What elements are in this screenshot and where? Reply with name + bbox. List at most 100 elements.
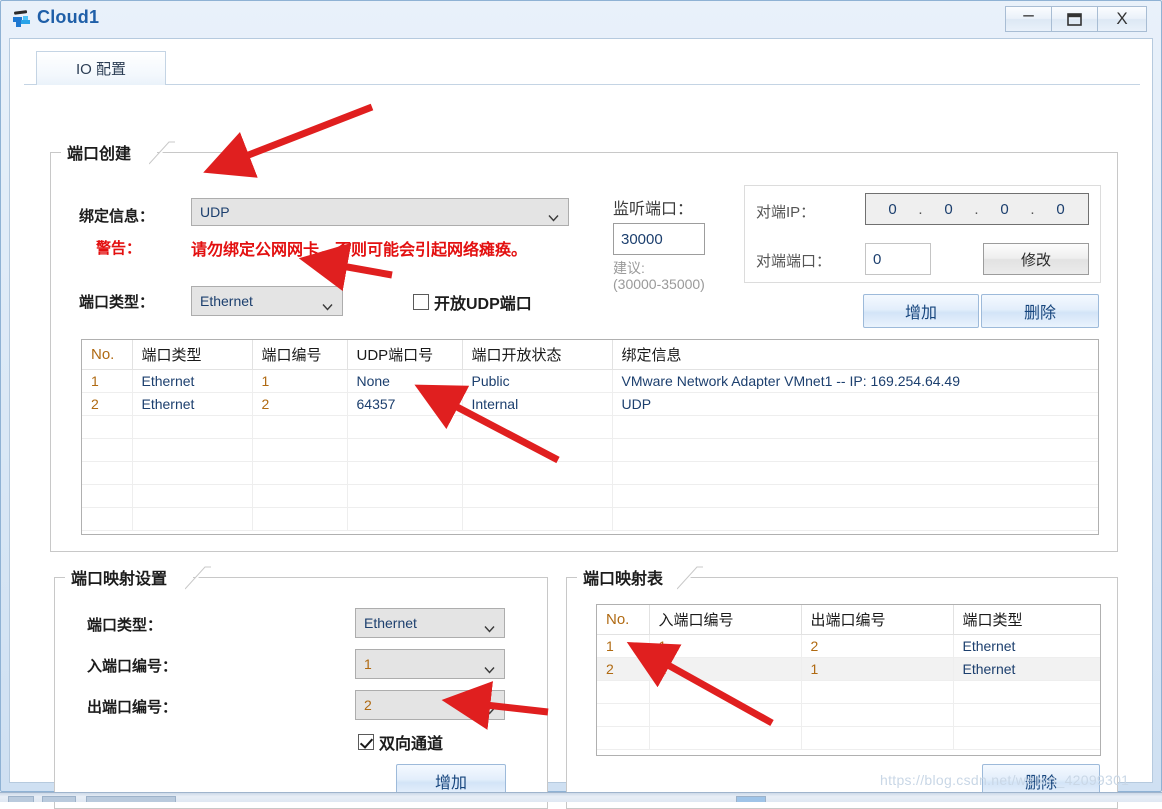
open-udp-checkbox-label: 开放UDP端口	[434, 296, 532, 313]
list-item-empty[interactable]	[597, 680, 1100, 704]
port-table-cell: Public	[462, 369, 613, 393]
port-create-group: 端口创建 绑定信息： UDP 警告： 请勿绑定公网网卡，否则可能会引起网络瘫痪。…	[50, 140, 1118, 552]
port-table-body: 1 Ethernet 1 None Public VMware Network Adapt…	[82, 369, 1098, 531]
port-table-col-udp: UDP端口号	[347, 340, 463, 370]
add-port-button[interactable]: 增加	[863, 294, 979, 328]
map-settings-title-text: 端口映射设置	[71, 571, 168, 588]
close-button[interactable]: X	[1097, 6, 1147, 32]
listen-port-suggest-label: 建议:	[613, 260, 645, 276]
group-title-tail	[677, 566, 703, 590]
map-table-cell: 1	[801, 657, 954, 681]
peer-ip-label: 对端IP：	[756, 204, 816, 221]
map-table-col-no: No.	[597, 605, 650, 635]
port-table-col-bind: 绑定信息	[612, 340, 1098, 370]
taskbar[interactable]	[0, 792, 1162, 802]
map-in-port-combo[interactable]: 1	[355, 649, 505, 679]
tab-io-config-label: IO 配置	[75, 61, 126, 78]
port-table-cell-empty	[347, 438, 463, 462]
tab-io-config[interactable]: IO 配置	[36, 51, 166, 85]
chevron-down-icon	[484, 620, 495, 633]
map-table-col-out: 出端口编号	[801, 605, 954, 635]
modify-button[interactable]: 修改	[983, 243, 1089, 275]
tab-underline-left	[24, 84, 36, 85]
map-port-type-value: Ethernet	[364, 615, 417, 631]
map-table-cell: 2	[649, 657, 802, 681]
port-table-cell-empty	[132, 461, 253, 485]
port-table-cell: 1	[82, 369, 133, 393]
port-table-cell-empty	[462, 484, 613, 508]
list-item-empty[interactable]	[597, 703, 1100, 727]
taskbar-chip-3[interactable]	[86, 796, 176, 802]
map-table-cell-empty	[649, 726, 802, 750]
table-row[interactable]: 1 Ethernet 1 None Public VMware Network Adapt…	[82, 369, 1098, 393]
port-table-cell-empty	[252, 415, 348, 439]
port-table[interactable]: No. 端口类型 端口编号 UDP端口号 端口开放状态 绑定信息 1 Ethern…	[81, 339, 1099, 535]
peer-ip-input[interactable]: 0 . 0 . 0 . 0	[865, 193, 1089, 225]
warning-label: 警告：	[96, 240, 142, 257]
port-table-cell-empty	[132, 484, 253, 508]
port-table-cell-empty	[82, 415, 133, 439]
listen-port-input[interactable]: 30000	[613, 223, 705, 255]
table-row-empty[interactable]	[82, 484, 1098, 508]
delete-port-button-label: 删除	[1023, 305, 1056, 322]
port-table-cell-empty	[252, 461, 348, 485]
map-port-type-label: 端口类型：	[87, 617, 163, 634]
map-out-port-value: 2	[364, 697, 372, 713]
chevron-down-icon	[484, 661, 495, 674]
map-table-cell-empty	[801, 703, 954, 727]
port-type-value: Ethernet	[200, 293, 253, 309]
maximize-button[interactable]	[1051, 6, 1097, 32]
port-table-cell-empty	[82, 484, 133, 508]
port-type-combo[interactable]: Ethernet	[191, 286, 343, 316]
open-udp-checkbox[interactable]: 开放UDP端口	[413, 290, 532, 314]
map-table-cell: 2	[597, 657, 650, 681]
port-table-cell-empty	[612, 415, 1098, 439]
ip-dot-1: .	[918, 200, 924, 218]
map-settings-group-title: 端口映射设置	[65, 565, 194, 589]
port-table-cell: Ethernet	[132, 369, 253, 393]
table-row-empty[interactable]	[82, 438, 1098, 462]
list-item[interactable]: 2 2 1 Ethernet	[597, 657, 1100, 681]
bidirectional-checkbox[interactable]: 双向通道	[358, 730, 443, 754]
taskbar-chip-2[interactable]	[42, 796, 76, 802]
port-table-cell-empty	[252, 484, 348, 508]
table-row-empty[interactable]	[82, 461, 1098, 485]
peer-port-input[interactable]: 0	[865, 243, 931, 275]
port-table-cell-empty	[82, 461, 133, 485]
map-table-cell: 1	[597, 634, 650, 658]
listen-port-label: 监听端口：	[613, 201, 694, 218]
bidirectional-checkbox-label: 双向通道	[379, 736, 444, 753]
map-out-port-combo[interactable]: 2	[355, 690, 505, 720]
list-item-empty[interactable]	[597, 726, 1100, 750]
table-row-empty[interactable]	[82, 415, 1098, 439]
port-table-cell-empty	[462, 415, 613, 439]
taskbar-chip-1[interactable]	[8, 796, 34, 802]
taskbar-chip-4[interactable]	[736, 796, 766, 802]
list-item[interactable]: 1 1 2 Ethernet	[597, 634, 1100, 658]
port-table-cell-empty	[132, 507, 253, 531]
port-table-cell-empty	[252, 507, 348, 531]
map-table[interactable]: No. 入端口编号 出端口编号 端口类型 1 1 2 Ethernet 2 2 1 Ether…	[596, 604, 1101, 756]
port-table-cell-empty	[132, 415, 253, 439]
chevron-down-icon	[322, 298, 333, 311]
delete-port-button[interactable]: 删除	[981, 294, 1099, 328]
table-row[interactable]: 2 Ethernet 2 64357 Internal UDP	[82, 392, 1098, 416]
port-table-cell: Ethernet	[132, 392, 253, 416]
maximize-icon	[1052, 7, 1097, 31]
bind-info-label: 绑定信息：	[79, 208, 155, 225]
port-table-col-type: 端口类型	[132, 340, 253, 370]
group-title-tail	[185, 566, 211, 590]
map-table-header-row: No. 入端口编号 出端口编号 端口类型	[597, 605, 1100, 635]
bind-info-combo[interactable]: UDP	[191, 198, 569, 226]
map-table-cell-empty	[953, 680, 1100, 704]
map-port-type-combo[interactable]: Ethernet	[355, 608, 505, 638]
port-table-col-number: 端口编号	[252, 340, 348, 370]
port-table-cell: 2	[82, 392, 133, 416]
map-table-cell: 2	[801, 634, 954, 658]
listen-port-value: 30000	[621, 230, 663, 248]
table-row-empty[interactable]	[82, 507, 1098, 531]
map-table-cell: Ethernet	[953, 634, 1100, 658]
minimize-button[interactable]: –	[1005, 5, 1051, 32]
warning-text: 请勿绑定公网网卡，否则可能会引起网络瘫痪。	[191, 242, 528, 259]
port-create-group-title: 端口创建	[61, 140, 158, 164]
